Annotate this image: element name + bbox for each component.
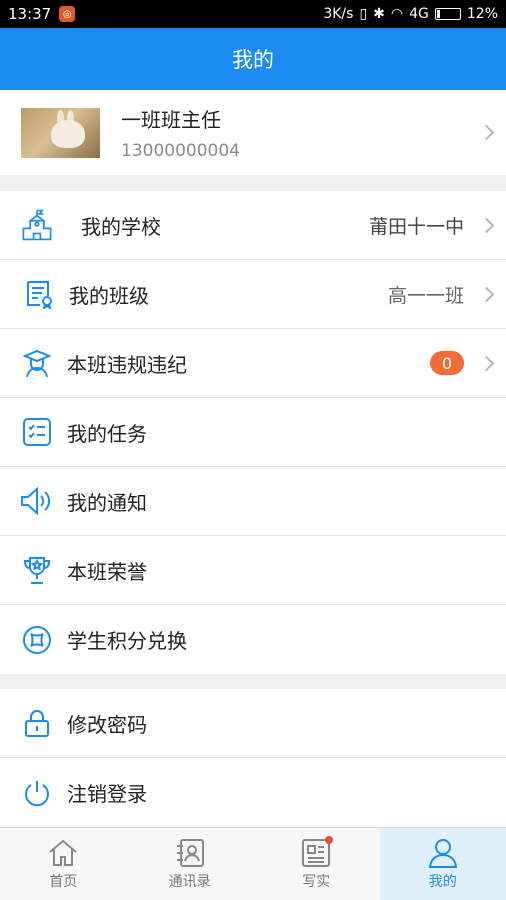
status-time: 13:37 [8,5,52,23]
wifi-icon: ◠ [390,6,404,22]
menu-value: 莆田十一中 [368,215,464,238]
menu-label: 我的通知 [67,490,147,515]
menu-secondary: 修改密码 注销登录 [0,689,506,827]
battery-level: 12% [466,6,498,22]
graduate-icon [20,346,54,380]
contacts-icon [176,839,204,867]
avatar [21,107,100,158]
home-icon [49,839,77,866]
certificate-icon [22,277,56,311]
menu-item-change-password[interactable]: 修改密码 [0,689,506,758]
tab-record[interactable]: 写实 [253,828,380,900]
vibrate-icon: ▯ [359,6,368,22]
menu-item-violations[interactable]: 本班违规违纪 0 [0,329,506,398]
app-bar: 我的 [0,28,506,90]
menu-label: 我的班级 [69,283,149,308]
menu-label: 学生积分兑换 [67,629,187,653]
network-type: 4G [409,6,429,22]
chevron-right-icon [478,355,495,371]
school-icon [20,208,54,242]
profile-card[interactable]: 一班班主任 13000000004 [0,90,506,175]
tab-label: 写实 [302,874,331,890]
chevron-right-icon [478,124,495,141]
menu-label: 本班违规违纪 [67,352,187,377]
menu-label: 我的任务 [67,421,147,446]
battery-icon [434,8,461,20]
menu-item-school[interactable]: 我的学校 莆田十一中 [0,191,506,260]
chevron-right-icon [478,286,495,302]
tab-label: 首页 [49,874,78,890]
menu-item-points-exchange[interactable]: 学生积分兑换 [0,605,506,674]
menu-label: 注销登录 [67,782,147,806]
bottom-tab-bar: 首页 通讯录 写实 我的 [0,827,506,900]
tab-home[interactable]: 首页 [0,828,127,900]
trophy-icon [20,553,54,587]
notification-icon: ◎ [59,6,76,22]
lock-icon [20,706,54,740]
new-record-dot [325,836,333,844]
violations-count-badge: 0 [430,351,464,375]
chevron-right-icon [478,217,495,233]
profile-phone: 13000000004 [121,141,240,161]
user-icon [428,839,457,868]
status-bar: 13:37 ◎ 3K/s ▯ ✱ ◠ 4G 12% [0,0,506,28]
menu-primary: 我的学校 莆田十一中 我的班级 高一一班 本班违规违纪 0 我的任务 我的通知 [0,191,506,674]
page-title: 我的 [232,48,274,72]
tab-contacts[interactable]: 通讯录 [127,828,254,900]
menu-label: 本班荣誉 [67,559,147,584]
power-icon [20,776,54,810]
network-speed: 3K/s [323,6,354,22]
bluetooth-icon: ✱ [373,6,385,22]
menu-label: 我的学校 [81,214,161,239]
tab-mine[interactable]: 我的 [379,828,506,900]
tab-label: 通讯录 [168,874,211,890]
menu-item-honors[interactable]: 本班荣誉 [0,536,506,605]
speaker-icon [20,484,54,518]
menu-label: 修改密码 [67,712,147,737]
menu-item-notices[interactable]: 我的通知 [0,467,506,536]
menu-item-class[interactable]: 我的班级 高一一班 [0,260,506,329]
menu-item-tasks[interactable]: 我的任务 [0,398,506,467]
menu-value: 高一一班 [387,284,464,307]
tab-label: 我的 [428,874,457,890]
menu-item-logout[interactable]: 注销登录 [0,758,506,827]
task-list-icon [20,415,54,449]
profile-name: 一班班主任 [121,108,221,132]
exchange-icon [20,623,54,657]
